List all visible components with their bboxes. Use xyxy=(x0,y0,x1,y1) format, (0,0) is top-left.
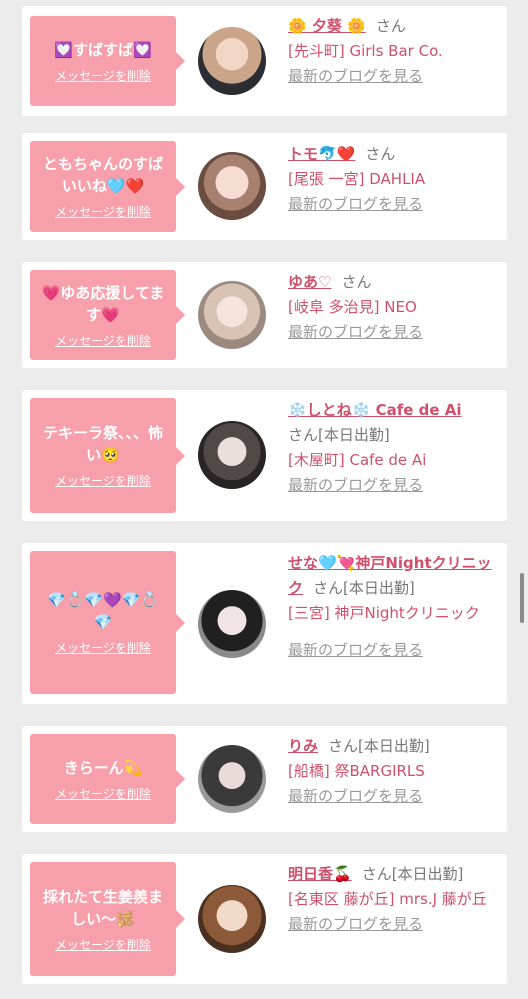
message-card: 採れたて生姜羨ましい〜🫚 メッセージを削除 明日香🍒 さん[本日出勤] [名東区 … xyxy=(22,854,507,984)
shop-label: [岐阜 多治見] NEO xyxy=(288,298,417,316)
sender-name-link[interactable]: 明日香🍒 xyxy=(288,865,352,883)
message-bubble: 採れたて生姜羨ましい〜🫚 メッセージを削除 xyxy=(30,862,185,976)
status-label: [本日出勤] xyxy=(318,426,390,444)
message-text: 💟すばすば💟 xyxy=(54,40,152,59)
message-text: 採れたて生姜羨ましい〜🫚 xyxy=(42,887,163,928)
message-bubble: 💗ゆあ応援してます💗 メッセージを削除 xyxy=(30,270,185,360)
message-bubble: 💎💍💎💜💎💍💎 メッセージを削除 xyxy=(30,551,185,694)
avatar[interactable] xyxy=(198,745,266,813)
message-text: きらーん💫 xyxy=(63,758,143,777)
delete-message-link[interactable]: メッセージを削除 xyxy=(55,936,151,953)
avatar[interactable] xyxy=(198,27,266,95)
shop-label: [船橋] 祭BARGIRLS xyxy=(288,762,425,780)
message-bubble: ともちゃんのすばいいね🩵❤️ メッセージを削除 xyxy=(30,141,185,232)
delete-message-link[interactable]: メッセージを削除 xyxy=(55,639,151,656)
message-text: テキーラ祭、、、怖い🥺 xyxy=(42,424,163,464)
sender-info: せな🩵💘神戸Nightクリニック さん[本日出勤] [三宮] 神戸Nightクリニ… xyxy=(288,551,502,663)
message-card: ともちゃんのすばいいね🩵❤️ メッセージを削除 トモ🐬❤️ さん [尾張 一宮] … xyxy=(22,133,507,240)
message-card: 💟すばすば💟 メッセージを削除 🌼 夕葵 🌼 さん [先斗町] Girls Bar… xyxy=(22,6,507,116)
avatar[interactable] xyxy=(198,152,266,220)
avatar[interactable] xyxy=(198,590,266,658)
sender-info: 🌼 夕葵 🌼 さん [先斗町] Girls Bar Co. 最新のブログを見る xyxy=(288,14,502,89)
avatar[interactable] xyxy=(198,421,266,489)
shop-label: [尾張 一宮] DAHLIA xyxy=(288,170,426,188)
sender-name-link[interactable]: ❄️しとね❄️ Cafe de Ai xyxy=(288,401,462,419)
honorific: さん xyxy=(361,865,392,883)
shop-label: [三宮] 神戸Nightクリニック xyxy=(288,604,480,622)
sender-info: 明日香🍒 さん[本日出勤] [名東区 藤が丘] mrs.J 藤が丘 最新のブログを… xyxy=(288,862,502,937)
sender-name-link[interactable]: トモ🐬❤️ xyxy=(288,145,355,163)
message-bubble: テキーラ祭、、、怖い🥺 メッセージを削除 xyxy=(30,398,185,513)
honorific: さん xyxy=(313,579,344,597)
sender-name-link[interactable]: りみ xyxy=(288,737,318,755)
honorific: さん xyxy=(375,17,406,35)
message-bubble: きらーん💫 メッセージを削除 xyxy=(30,734,185,824)
blog-link[interactable]: 最新のブログを見る xyxy=(288,787,423,805)
delete-message-link[interactable]: メッセージを削除 xyxy=(55,332,151,349)
sender-name-link[interactable]: 🌼 夕葵 🌼 xyxy=(288,17,366,35)
sender-info: トモ🐬❤️ さん [尾張 一宮] DAHLIA 最新のブログを見る xyxy=(288,142,502,217)
honorific: さん xyxy=(341,273,372,291)
avatar[interactable] xyxy=(198,281,266,349)
scrollbar[interactable] xyxy=(520,573,524,623)
message-card: 💗ゆあ応援してます💗 メッセージを削除 ゆあ♡ さん [岐阜 多治見] NEO 最… xyxy=(22,262,507,368)
message-bubble: 💟すばすば💟 メッセージを削除 xyxy=(30,16,185,106)
message-text: 💗ゆあ応援してます💗 xyxy=(41,283,165,324)
blog-link[interactable]: 最新のブログを見る xyxy=(288,915,423,933)
shop-label: [木屋町] Cafe de Ai xyxy=(288,451,427,469)
delete-message-link[interactable]: メッセージを削除 xyxy=(55,67,151,84)
blog-link[interactable]: 最新のブログを見る xyxy=(288,476,423,494)
sender-info: ❄️しとね❄️ Cafe de Ai さん[本日出勤] [木屋町] Cafe d… xyxy=(288,398,502,498)
message-card: テキーラ祭、、、怖い🥺 メッセージを削除 ❄️しとね❄️ Cafe de Ai … xyxy=(22,390,507,521)
sender-info: りみ さん[本日出勤] [船橋] 祭BARGIRLS 最新のブログを見る xyxy=(288,734,502,809)
honorific: さん xyxy=(328,737,359,755)
sender-name-link[interactable]: ゆあ♡ xyxy=(288,273,331,291)
message-card: 💎💍💎💜💎💍💎 メッセージを削除 せな🩵💘神戸Nightクリニック さん[本日出勤… xyxy=(22,543,507,704)
shop-label: [先斗町] Girls Bar Co. xyxy=(288,42,443,60)
delete-message-link[interactable]: メッセージを削除 xyxy=(55,203,151,220)
honorific: さん xyxy=(365,145,396,163)
blog-link[interactable]: 最新のブログを見る xyxy=(288,67,423,85)
avatar[interactable] xyxy=(198,885,266,953)
delete-message-link[interactable]: メッセージを削除 xyxy=(55,785,151,802)
sender-info: ゆあ♡ さん [岐阜 多治見] NEO 最新のブログを見る xyxy=(288,270,502,345)
status-label: [本日出勤] xyxy=(343,579,415,597)
blog-link[interactable]: 最新のブログを見る xyxy=(288,641,423,659)
shop-label: [名東区 藤が丘] mrs.J 藤が丘 xyxy=(288,890,487,908)
message-text: 💎💍💎💜💎💍💎 xyxy=(46,591,160,631)
status-label: [本日出勤] xyxy=(391,865,464,883)
blog-link[interactable]: 最新のブログを見る xyxy=(288,195,423,213)
message-card: きらーん💫 メッセージを削除 りみ さん[本日出勤] [船橋] 祭BARGIRLS… xyxy=(22,726,507,832)
message-text: ともちゃんのすばいいね🩵❤️ xyxy=(42,155,163,195)
status-label: [本日出勤] xyxy=(358,737,430,755)
blog-link[interactable]: 最新のブログを見る xyxy=(288,323,423,341)
delete-message-link[interactable]: メッセージを削除 xyxy=(55,472,151,489)
honorific: さん xyxy=(288,426,319,444)
